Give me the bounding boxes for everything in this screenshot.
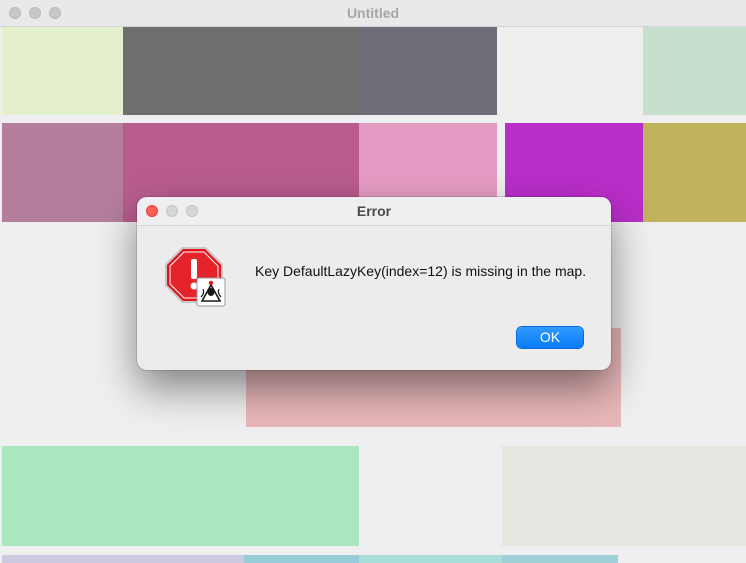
- error-stop-sign-icon: [165, 247, 226, 307]
- tile-grey-block: [502, 446, 746, 546]
- tile-r1-c4: [503, 27, 643, 115]
- tile-r1-c1: [2, 27, 123, 115]
- dialog-titlebar: Error: [137, 197, 611, 226]
- window-title: Untitled: [346, 5, 400, 21]
- error-message: Key DefaultLazyKey(index=12) is missing …: [255, 263, 587, 279]
- tile-r2-c5: [643, 123, 746, 222]
- tile-r1-c2: [123, 27, 359, 115]
- tile-bottom-strip-1: [2, 555, 244, 563]
- ok-button[interactable]: OK: [517, 327, 583, 348]
- window-titlebar: Untitled: [0, 0, 746, 27]
- tile-r1-c5: [643, 27, 746, 115]
- java-badge-icon: [196, 277, 226, 307]
- tile-r1-c3: [359, 27, 497, 115]
- dialog-title: Error: [356, 203, 392, 219]
- tile-bottom-strip-3: [359, 555, 502, 563]
- tile-bottom-strip-4: [502, 555, 618, 563]
- error-dialog: Error Key DefaultLazyKey(index=12) is mi…: [137, 197, 611, 370]
- tile-green-block: [2, 446, 359, 546]
- tile-r2-c1: [2, 123, 123, 222]
- tile-bottom-strip-2: [244, 555, 359, 563]
